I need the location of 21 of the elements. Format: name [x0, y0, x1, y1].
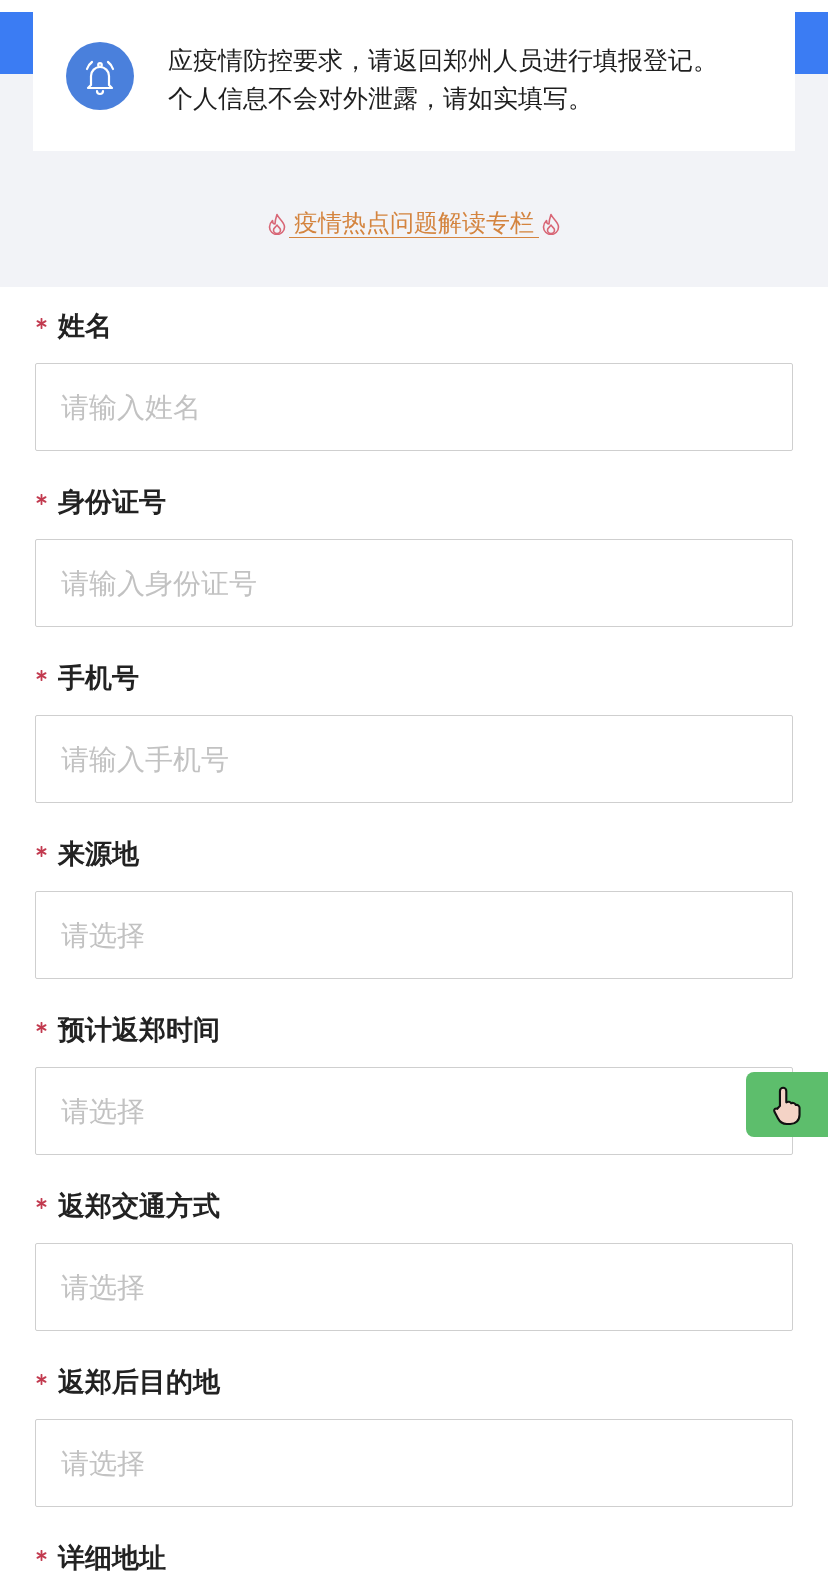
input-field[interactable]: 请选择 [35, 891, 793, 979]
input-field[interactable]: 请输入身份证号 [35, 539, 793, 627]
notice-text: 应疫情防控要求，请返回郑州人员进行填报登记。 个人信息不会对外泄露，请如实填写。 [168, 44, 718, 115]
field-label: 返郑后目的地 [58, 1365, 220, 1399]
flame-icon [267, 212, 287, 235]
field-label: 返郑交通方式 [58, 1189, 220, 1223]
hot-topics-link[interactable]: 疫情热点问题解读专栏 [289, 209, 539, 238]
flame-icon [541, 212, 561, 235]
input-field[interactable]: 请输入手机号 [35, 715, 793, 803]
field-label: 身份证号 [58, 485, 166, 519]
bell-icon [66, 41, 134, 110]
input-field[interactable]: 请选择 [35, 1243, 793, 1331]
field-label: 来源地 [58, 837, 139, 871]
floating-hand-button[interactable] [746, 1072, 828, 1137]
input-field[interactable]: 请选择 [35, 1067, 793, 1155]
input-field[interactable]: 请输入姓名 [35, 363, 793, 451]
field-label: 详细地址 [58, 1541, 166, 1575]
field-label: 预计返郑时间 [58, 1013, 220, 1047]
input-field[interactable]: 请选择 [35, 1419, 793, 1507]
field-label: 手机号 [58, 661, 139, 695]
field-label: 姓名 [58, 309, 112, 343]
